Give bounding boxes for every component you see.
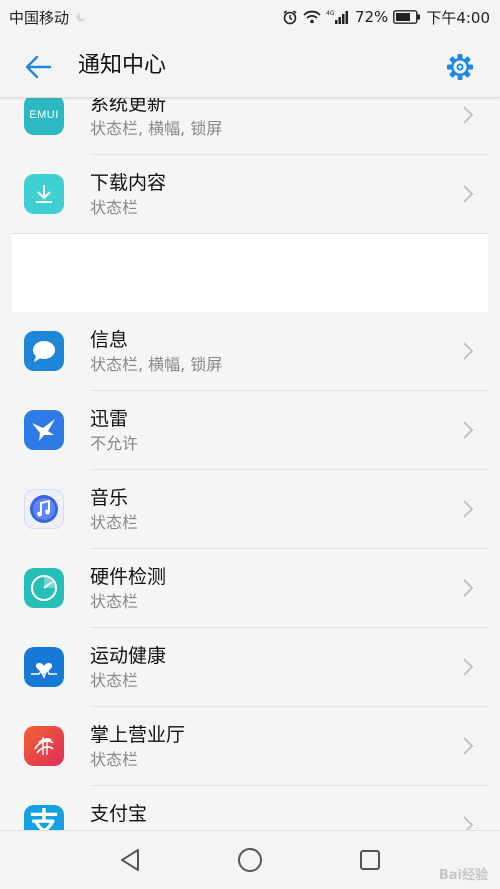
thunder-bird-icon — [24, 410, 64, 450]
alipay-icon: 支 — [24, 805, 64, 830]
square-recents-icon — [360, 850, 380, 870]
item-name: 信息 — [90, 329, 129, 351]
app-bar: 通知中心 — [0, 34, 500, 98]
triangle-back-icon — [121, 849, 139, 871]
status-right: 4G 72% 下午4:00 — [282, 7, 490, 28]
gear-icon — [447, 54, 473, 80]
nav-recents-button[interactable] — [350, 840, 390, 880]
status-left: 中国移动 — [9, 7, 87, 28]
notification-app-list[interactable]: EMUI 系统更新 状态栏, 横幅, 锁屏 下载内容 状态栏 信息 状态栏, 横… — [0, 98, 500, 830]
item-texts: 迅雷 不允许 — [90, 407, 138, 455]
status-bar: 中国移动 4G 72% 下午4:00 — [0, 0, 500, 34]
system-nav-bar: Bai经验 — [0, 830, 500, 889]
list-item-alipay[interactable]: 支 支付宝 — [12, 786, 488, 830]
item-texts: 运动健康 状态栏 — [90, 644, 166, 692]
item-name: 下载内容 — [90, 172, 167, 194]
carrier-label: 中国移动 — [9, 8, 70, 27]
list-item-china-mobile[interactable]: 掌上营业厅 状态栏 — [12, 707, 488, 786]
item-name: 音乐 — [90, 487, 129, 509]
china-mobile-icon — [24, 726, 64, 766]
item-subtitle: 状态栏, 横幅, 锁屏 — [90, 355, 223, 374]
item-name: 支付宝 — [90, 803, 148, 825]
weather-icon — [75, 11, 87, 23]
item-subtitle: 状态栏, 横幅, 锁屏 — [90, 119, 223, 138]
blank-section — [12, 234, 488, 312]
settings-button[interactable] — [444, 51, 476, 83]
item-subtitle: 状态栏 — [90, 750, 139, 769]
chevron-right-icon — [462, 184, 474, 204]
item-name: 硬件检测 — [90, 566, 167, 588]
signal-icon: 4G — [326, 9, 350, 25]
list-item-xunlei[interactable]: 迅雷 不允许 — [12, 391, 488, 470]
arrow-left-icon — [25, 55, 52, 79]
item-subtitle: 状态栏 — [90, 198, 139, 217]
music-note-icon — [24, 489, 64, 529]
message-icon — [24, 331, 64, 371]
battery-percent: 72% — [354, 8, 389, 26]
item-texts: 系统更新 状态栏, 横幅, 锁屏 — [90, 98, 222, 140]
chevron-right-icon — [462, 420, 474, 440]
list-item-health[interactable]: 运动健康 状态栏 — [12, 628, 488, 707]
chevron-right-icon — [462, 341, 474, 361]
item-subtitle: 状态栏 — [90, 513, 139, 532]
item-texts: 下载内容 状态栏 — [90, 171, 166, 219]
chevron-right-icon — [462, 105, 474, 125]
item-texts: 支付宝 — [90, 802, 147, 828]
item-name: 掌上营业厅 — [90, 724, 186, 746]
download-icon — [24, 174, 64, 214]
chevron-right-icon — [462, 578, 474, 598]
item-subtitle: 状态栏 — [90, 592, 139, 611]
list-item-hardware-check[interactable]: 硬件检测 状态栏 — [12, 549, 488, 628]
page-title: 通知中心 — [78, 53, 167, 78]
wifi-icon — [303, 10, 321, 24]
hardware-check-icon — [24, 568, 64, 608]
alipay-icon-text: 支 — [29, 807, 59, 831]
watermark: Bai经验 — [438, 868, 488, 883]
alarm-icon — [282, 9, 298, 25]
list-item-music[interactable]: 音乐 状态栏 — [12, 470, 488, 549]
nav-back-button[interactable] — [110, 840, 150, 880]
list-item-system-update[interactable]: EMUI 系统更新 状态栏, 横幅, 锁屏 — [12, 98, 488, 155]
chevron-right-icon — [462, 657, 474, 677]
item-name: 系统更新 — [90, 98, 167, 115]
item-subtitle: 状态栏 — [90, 671, 139, 690]
emui-icon-text: EMUI — [29, 109, 59, 121]
item-name: 运动健康 — [90, 645, 167, 667]
network-type-label: 4G — [326, 10, 335, 17]
clock-time: 下午4:00 — [426, 8, 490, 27]
chevron-right-icon — [462, 499, 474, 519]
chevron-right-icon — [462, 736, 474, 756]
item-texts: 音乐 状态栏 — [90, 486, 138, 534]
item-subtitle: 不允许 — [90, 434, 139, 453]
item-name: 迅雷 — [90, 408, 129, 430]
list-item-messages[interactable]: 信息 状态栏, 横幅, 锁屏 — [12, 312, 488, 391]
back-button[interactable] — [22, 51, 54, 83]
list-item-downloads[interactable]: 下载内容 状态栏 — [12, 155, 488, 234]
battery-icon — [393, 10, 421, 24]
nav-home-button[interactable] — [230, 840, 270, 880]
health-heart-icon — [24, 647, 64, 687]
chevron-right-icon — [462, 815, 474, 830]
circle-home-icon — [238, 848, 262, 872]
emui-icon: EMUI — [24, 98, 64, 135]
item-texts: 掌上营业厅 状态栏 — [90, 723, 185, 771]
item-texts: 硬件检测 状态栏 — [90, 565, 166, 613]
item-texts: 信息 状态栏, 横幅, 锁屏 — [90, 328, 222, 376]
